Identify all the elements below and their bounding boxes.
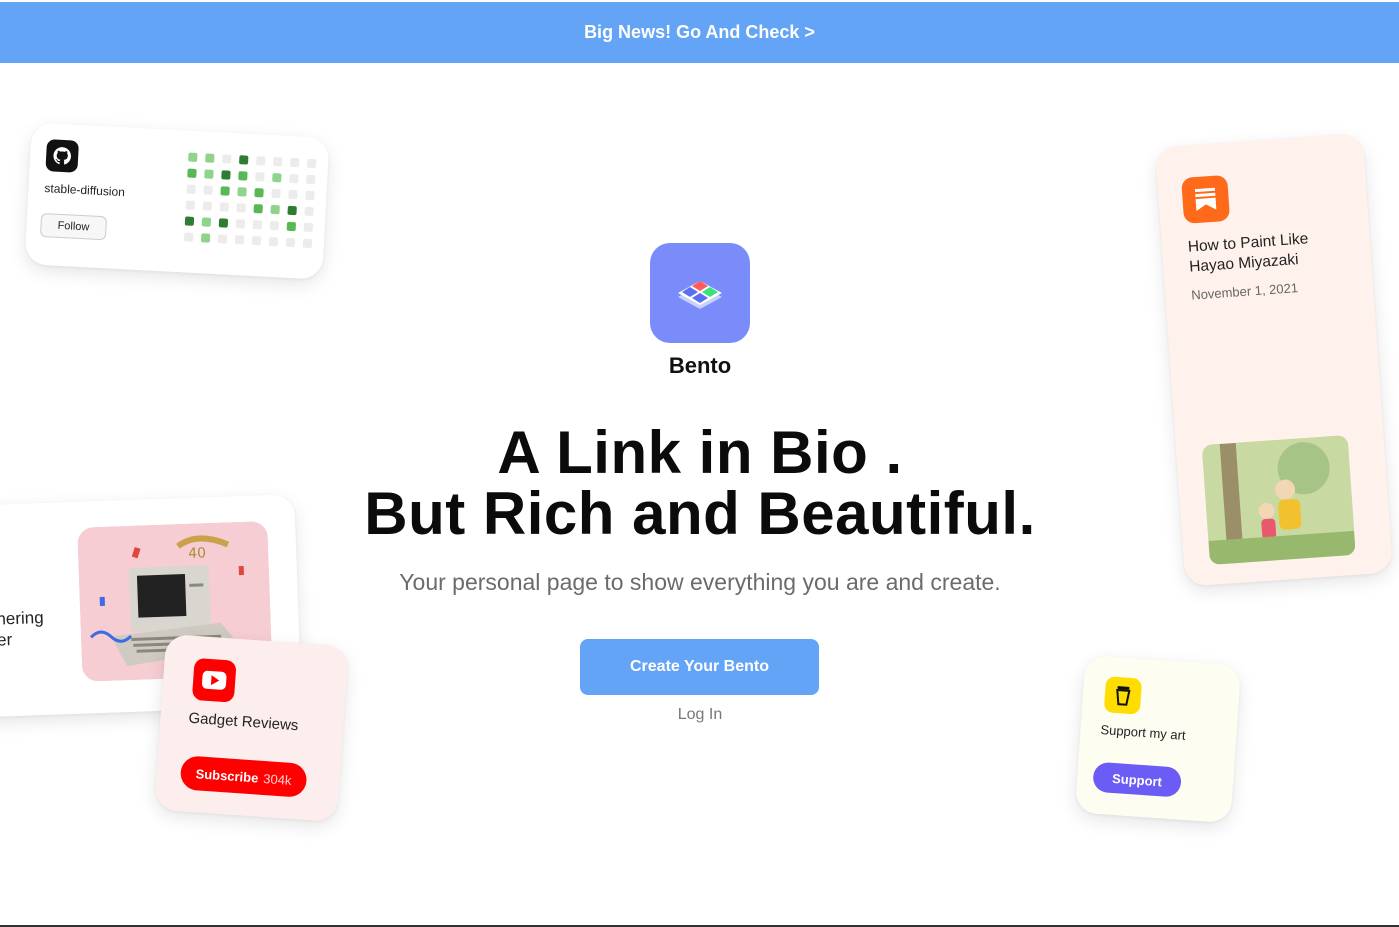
youtube-subscribe-button[interactable]: Subscribe 304k: [179, 755, 308, 798]
contribution-cell: [251, 235, 262, 246]
login-link[interactable]: Log In: [600, 706, 800, 724]
contribution-cell: [303, 222, 314, 233]
contribution-cell: [305, 190, 315, 201]
svg-text:40: 40: [188, 545, 206, 562]
contribution-cell: [186, 184, 196, 194]
contribution-cell: [204, 169, 214, 179]
github-repo-name: stable-diffusion: [44, 181, 126, 200]
portfolio-text-line2: er: [0, 630, 13, 650]
support-text: Support my art: [1100, 721, 1187, 743]
contribution-cell: [205, 153, 215, 163]
contribution-cell: [287, 205, 297, 216]
coffee-cup-icon: [1103, 676, 1143, 715]
contribution-cell: [255, 156, 266, 166]
contribution-cell: [217, 234, 228, 244]
hero-headline: A Link in Bio . But Rich and Beautiful.: [300, 422, 1100, 544]
contribution-cell: [200, 233, 211, 243]
contribution-cell: [237, 187, 247, 197]
github-card[interactable]: stable-diffusion Follow: [24, 122, 330, 280]
contribution-cell: [285, 237, 296, 248]
brand-name: Bento: [668, 353, 732, 378]
portfolio-card-text: nering er: [0, 607, 45, 651]
contribution-cell: [184, 216, 195, 226]
contribution-cell: [270, 204, 280, 215]
contribution-cell: [253, 204, 263, 214]
portfolio-text-line1: nering: [0, 607, 44, 629]
landing-page: Big News! Go And Check > stable-diffusio…: [0, 0, 1399, 927]
contribution-cell: [289, 173, 299, 184]
contribution-cell: [239, 155, 249, 165]
youtube-card[interactable]: Gadget Reviews Subscribe 304k: [154, 633, 349, 823]
blog-post-card[interactable]: How to Paint Like Hayao Miyazaki Novembe…: [1154, 133, 1394, 587]
contribution-cell: [218, 218, 229, 228]
blog-post-date: November 1, 2021: [1190, 280, 1299, 303]
blog-post-image: [1201, 435, 1356, 565]
contribution-cell: [219, 202, 229, 212]
youtube-icon: [191, 657, 237, 703]
contribution-cell: [252, 220, 263, 230]
announcement-link[interactable]: Big News! Go And Check >: [584, 22, 815, 43]
contribution-cell: [288, 189, 298, 200]
contribution-cell: [222, 154, 232, 164]
contribution-cell: [235, 219, 246, 229]
contribution-cell: [255, 172, 265, 182]
contribution-cell: [306, 174, 316, 185]
contribution-cell: [220, 186, 230, 196]
contribution-cell: [304, 206, 314, 217]
contribution-cell: [202, 201, 213, 211]
announcement-banner: Big News! Go And Check >: [0, 2, 1399, 63]
contribution-cell: [286, 221, 297, 232]
contribution-cell: [236, 203, 246, 213]
github-icon: [45, 139, 80, 173]
subscriber-count: 304k: [262, 770, 293, 788]
contribution-cell: [302, 238, 313, 249]
contribution-cell: [234, 235, 245, 245]
contribution-cell: [272, 156, 283, 167]
headline-line-1: A Link in Bio .: [497, 419, 903, 486]
youtube-channel-title: Gadget Reviews: [187, 709, 299, 735]
support-card[interactable]: Support my art Support: [1074, 654, 1242, 824]
contribution-cell: [289, 157, 300, 168]
contribution-cell: [268, 236, 279, 247]
contribution-cell: [183, 232, 194, 242]
contribution-cell: [272, 172, 282, 183]
contribution-graph: [183, 152, 317, 249]
bento-logo-icon: [678, 281, 722, 309]
hero-subline: Your personal page to show everything yo…: [399, 569, 1001, 595]
contribution-cell: [238, 171, 248, 181]
contribution-cell: [271, 188, 281, 199]
contribution-cell: [203, 185, 213, 195]
github-follow-button[interactable]: Follow: [39, 212, 108, 241]
contribution-cell: [185, 200, 196, 210]
subscribe-label: Subscribe: [195, 765, 259, 786]
support-button[interactable]: Support: [1092, 761, 1183, 798]
bento-logo: [650, 243, 750, 343]
contribution-cell: [187, 168, 197, 178]
contribution-cell: [269, 220, 280, 231]
contribution-cell: [306, 158, 317, 169]
create-bento-button[interactable]: Create Your Bento: [580, 639, 819, 695]
blog-post-title: How to Paint Like Hayao Miyazaki: [1187, 230, 1309, 276]
contribution-cell: [254, 188, 264, 198]
contribution-cell: [221, 170, 231, 180]
contribution-cell: [188, 152, 198, 162]
contribution-cell: [201, 217, 212, 227]
headline-line-2: But Rich and Beautiful.: [364, 480, 1036, 547]
substack-icon: [1181, 174, 1231, 224]
